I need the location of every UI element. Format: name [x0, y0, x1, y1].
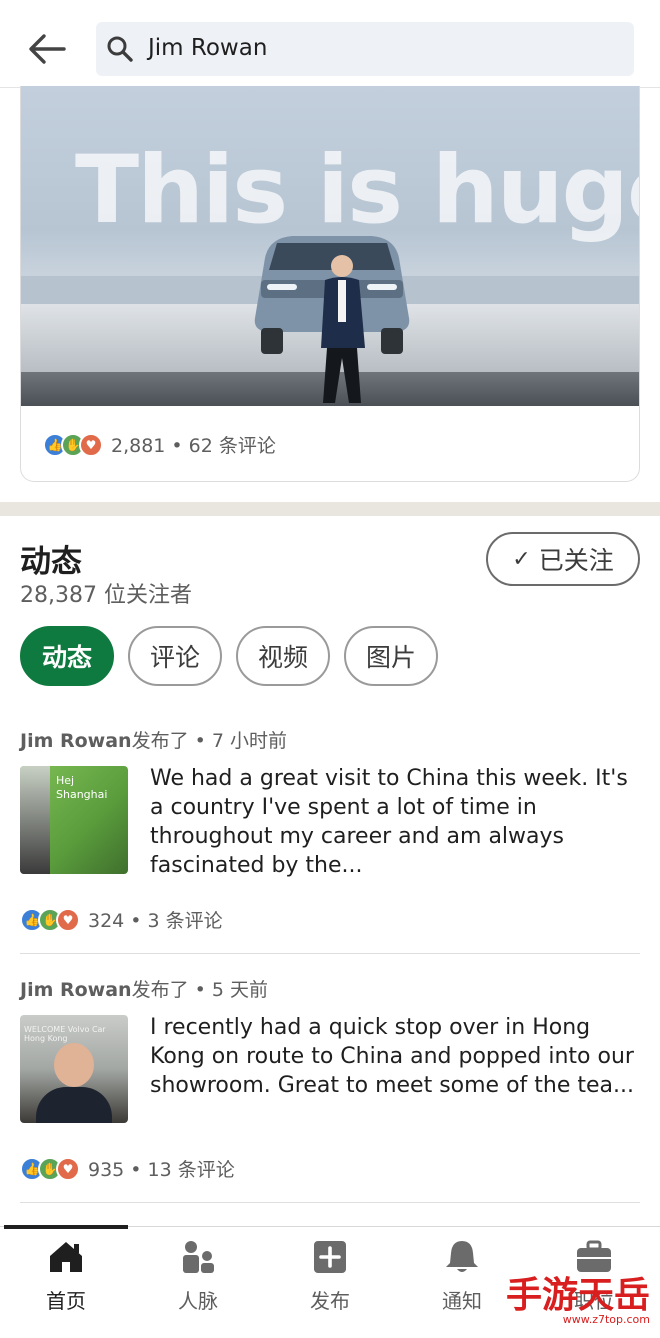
thumbnail-caption: Hej Shanghai: [56, 774, 108, 801]
car-and-speaker-figure: [254, 236, 410, 403]
checkmark-icon: ✓: [512, 546, 531, 572]
post-icon: [314, 1241, 346, 1273]
post-divider: [20, 953, 640, 954]
thumbnail-car-edge: [20, 766, 50, 874]
post-action-time: 发布了 • 5 天前: [131, 979, 269, 1001]
filter-chip-images[interactable]: 图片: [344, 626, 439, 686]
nav-network[interactable]: 人脉: [132, 1235, 264, 1325]
nav-post[interactable]: 发布: [264, 1235, 396, 1325]
nav-home-label: 首页: [46, 1289, 86, 1313]
watermark-logo: 手游天岳 www.z7top.com: [506, 1277, 650, 1326]
post-thumbnail[interactable]: WELCOME Volvo Car Hong Kong: [20, 1015, 128, 1123]
post-divider: [20, 1202, 640, 1203]
love-reaction-icon: ♥: [56, 907, 80, 932]
thumbnail-person-face: [54, 1043, 94, 1087]
post-reactions[interactable]: 👍 ✋ ♥ 324 • 3 条评论: [20, 906, 223, 933]
post-reaction-count: 324 • 3 条评论: [88, 910, 223, 932]
filter-chip-posts[interactable]: 动态: [20, 626, 115, 686]
featured-post-image[interactable]: This is huge: [21, 86, 639, 406]
post-action-time: 发布了 • 7 小时前: [131, 730, 288, 752]
love-reaction-icon: ♥: [79, 432, 103, 457]
post-author[interactable]: Jim Rowan: [20, 979, 132, 1001]
following-button-label: 已关注: [538, 546, 614, 575]
filter-chip-videos[interactable]: 视频: [236, 626, 331, 686]
post-meta: Jim Rowan发布了 • 5 天前: [20, 975, 268, 1002]
network-icon: [183, 1241, 214, 1273]
post-meta: Jim Rowan发布了 • 7 小时前: [20, 726, 287, 753]
bell-icon: [446, 1241, 478, 1272]
active-tab-indicator: [4, 1225, 128, 1229]
post-author[interactable]: Jim Rowan: [20, 730, 132, 752]
love-reaction-icon: ♥: [56, 1156, 80, 1181]
nav-notifications-label: 通知: [442, 1289, 482, 1313]
featured-post-card[interactable]: This is huge 👍 ✋ ♥ 2,881 • 62 条评论: [20, 86, 640, 482]
search-input[interactable]: Jim Rowan: [96, 22, 634, 76]
featured-post-reactions[interactable]: 👍 ✋ ♥ 2,881 • 62 条评论: [43, 431, 276, 458]
post-reaction-count: 935 • 13 条评论: [88, 1159, 235, 1181]
nav-home[interactable]: 首页: [0, 1235, 132, 1325]
list-item[interactable]: Jim Rowan发布了 • 5 天前 WELCOME Volvo Car Ho…: [20, 975, 640, 1203]
back-arrow-icon[interactable]: [24, 26, 70, 72]
top-bar: Jim Rowan: [0, 0, 660, 88]
post-text[interactable]: We had a great visit to China this week.…: [150, 764, 640, 880]
thumbnail-caption: WELCOME Volvo Car Hong Kong: [24, 1025, 106, 1043]
activity-filter-chips: 动态 评论 视频 图片: [20, 626, 439, 686]
nav-network-label: 人脉: [178, 1289, 218, 1313]
filter-chip-comments[interactable]: 评论: [128, 626, 223, 686]
section-separator: [0, 502, 660, 516]
search-icon: [107, 36, 133, 62]
post-text[interactable]: I recently had a quick stop over in Hong…: [150, 1013, 640, 1100]
follower-count: 28,387 位关注者: [20, 583, 192, 608]
post-reactions[interactable]: 👍 ✋ ♥ 935 • 13 条评论: [20, 1155, 235, 1182]
briefcase-icon: [577, 1240, 611, 1272]
home-icon: [50, 1242, 82, 1272]
following-button[interactable]: ✓ 已关注: [486, 532, 640, 586]
thumbnail-person-body: [36, 1087, 112, 1123]
list-item[interactable]: Jim Rowan发布了 • 7 小时前 Hej Shanghai We had…: [20, 726, 640, 954]
search-query: Jim Rowan: [148, 35, 268, 61]
activity-section-title: 动态: [20, 544, 82, 580]
nav-post-label: 发布: [310, 1289, 350, 1313]
post-thumbnail[interactable]: Hej Shanghai: [20, 766, 128, 874]
featured-post-reaction-count: 2,881 • 62 条评论: [111, 435, 276, 457]
watermark-brand: 手游天岳: [505, 1274, 650, 1316]
